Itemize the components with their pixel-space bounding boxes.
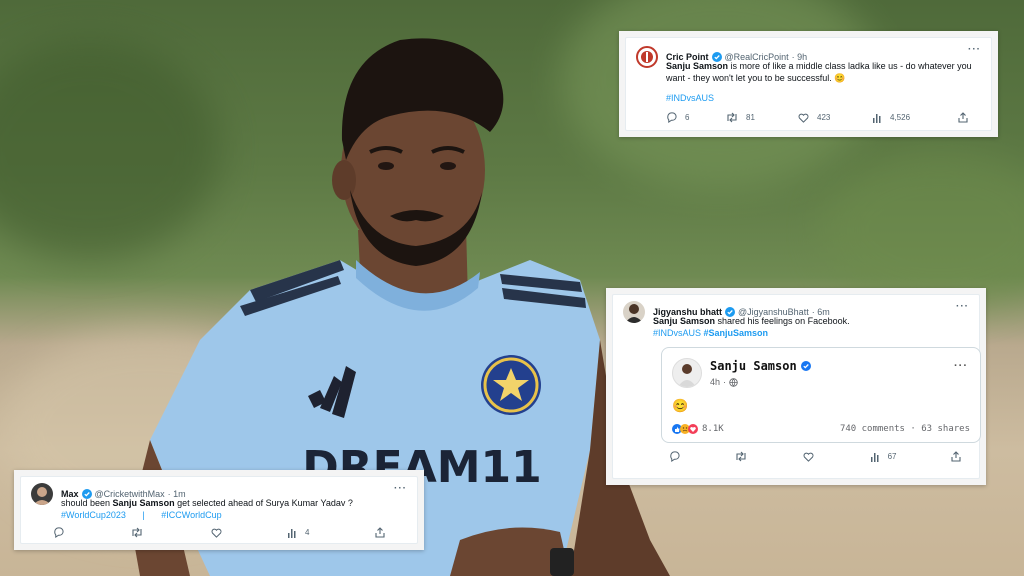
reaction-count[interactable]: 8.1K bbox=[702, 424, 724, 434]
share-button[interactable] bbox=[375, 527, 393, 538]
retweet-count: 81 bbox=[746, 113, 755, 122]
tweet-text: shared his feelings on Facebook. bbox=[715, 316, 850, 326]
tweet-subject: Sanju Samson bbox=[666, 61, 729, 71]
view-count: 4,526 bbox=[890, 113, 911, 122]
more-options-icon[interactable]: ··· bbox=[956, 301, 969, 312]
reply-button[interactable] bbox=[669, 451, 735, 462]
tweet-subject: Sanju Samson bbox=[112, 498, 175, 508]
facebook-author-name[interactable]: Sanju Samson bbox=[710, 359, 797, 373]
reply-icon bbox=[54, 527, 64, 538]
verified-badge-icon bbox=[800, 361, 811, 371]
facebook-embed[interactable]: Sanju Samson 4h · ··· 😊 8.1K 740 comment… bbox=[661, 347, 981, 443]
more-options-icon[interactable]: ··· bbox=[394, 483, 407, 494]
user-photo-icon bbox=[625, 304, 643, 323]
share-button[interactable] bbox=[951, 451, 969, 462]
hashtag-link[interactable]: #INDvsAUS bbox=[653, 328, 701, 338]
analytics-icon bbox=[873, 113, 881, 123]
hashtag-link[interactable]: #WorldCup2023 bbox=[61, 510, 126, 520]
like-button[interactable]: 423 bbox=[798, 113, 872, 123]
view-count: 4 bbox=[305, 528, 310, 537]
tweet-card-max[interactable]: Max @CricketwithMax · 1m ··· should been… bbox=[14, 470, 424, 550]
cricpoint-avatar[interactable] bbox=[636, 46, 658, 68]
tweet-card-cricpoint[interactable]: Cric Point @RealCricPoint · 9h ··· Sanju… bbox=[619, 31, 998, 137]
heart-icon bbox=[803, 452, 814, 462]
heart-icon bbox=[211, 528, 222, 538]
reply-icon bbox=[670, 451, 680, 462]
like-button[interactable] bbox=[803, 452, 869, 462]
like-button[interactable] bbox=[211, 528, 287, 538]
view-count: 67 bbox=[887, 452, 897, 461]
heart-icon bbox=[798, 113, 809, 123]
retweet-icon bbox=[727, 112, 737, 123]
reply-button[interactable] bbox=[53, 527, 131, 538]
max-avatar[interactable] bbox=[31, 483, 53, 505]
more-options-icon[interactable]: ··· bbox=[968, 44, 981, 55]
views-button[interactable]: 4,526 bbox=[872, 113, 958, 123]
separator: | bbox=[142, 510, 145, 520]
tweet-card-jigyanshu[interactable]: Jigyanshu bhatt @JigyanshuBhatt · 6m ···… bbox=[606, 288, 986, 485]
analytics-icon bbox=[288, 528, 296, 538]
retweet-button[interactable] bbox=[735, 451, 803, 462]
tweet-text-prefix: should been bbox=[61, 498, 113, 508]
hashtag-link[interactable]: #ICCWorldCup bbox=[161, 510, 221, 520]
views-button[interactable]: 67 bbox=[870, 452, 951, 462]
user-photo-icon bbox=[33, 487, 51, 505]
views-button[interactable]: 4 bbox=[287, 528, 375, 538]
hashtag-link[interactable]: #SanjuSamson bbox=[704, 328, 769, 338]
share-icon bbox=[958, 112, 968, 123]
comments-shares[interactable]: 740 comments · 63 shares bbox=[840, 424, 970, 434]
reply-button[interactable]: 6 bbox=[666, 112, 726, 123]
retweet-button[interactable] bbox=[131, 527, 211, 538]
tweet-subject: Sanju Samson bbox=[653, 316, 716, 326]
reply-icon bbox=[667, 112, 677, 123]
tweet-text: get selected ahead of Surya Kumar Yadav … bbox=[174, 498, 353, 508]
reactions-icon bbox=[672, 424, 698, 434]
user-photo-icon bbox=[678, 364, 696, 387]
more-options-icon[interactable]: ··· bbox=[954, 360, 968, 372]
facebook-post-text: 😊 bbox=[672, 398, 689, 413]
share-icon bbox=[951, 451, 961, 462]
reply-count: 6 bbox=[685, 113, 690, 122]
share-button[interactable] bbox=[958, 112, 976, 123]
bcci-crest-icon bbox=[481, 355, 541, 415]
cricket-logo-icon bbox=[641, 51, 653, 63]
retweet-icon bbox=[132, 527, 142, 538]
globe-icon bbox=[729, 377, 738, 387]
retweet-button[interactable]: 81 bbox=[726, 112, 798, 123]
background-foliage bbox=[820, 150, 1024, 310]
facebook-post-time: 4h bbox=[710, 377, 721, 387]
hashtag-link[interactable]: #INDvsAUS bbox=[666, 93, 714, 103]
retweet-icon bbox=[736, 451, 746, 462]
share-icon bbox=[375, 527, 385, 538]
background-photo: DREAM11 Cric Point @RealCricPoint · 9h ·… bbox=[0, 0, 1024, 576]
like-count: 423 bbox=[817, 113, 831, 122]
analytics-icon bbox=[870, 452, 879, 462]
jigyanshu-avatar[interactable] bbox=[623, 301, 645, 323]
facebook-avatar[interactable] bbox=[672, 358, 702, 388]
